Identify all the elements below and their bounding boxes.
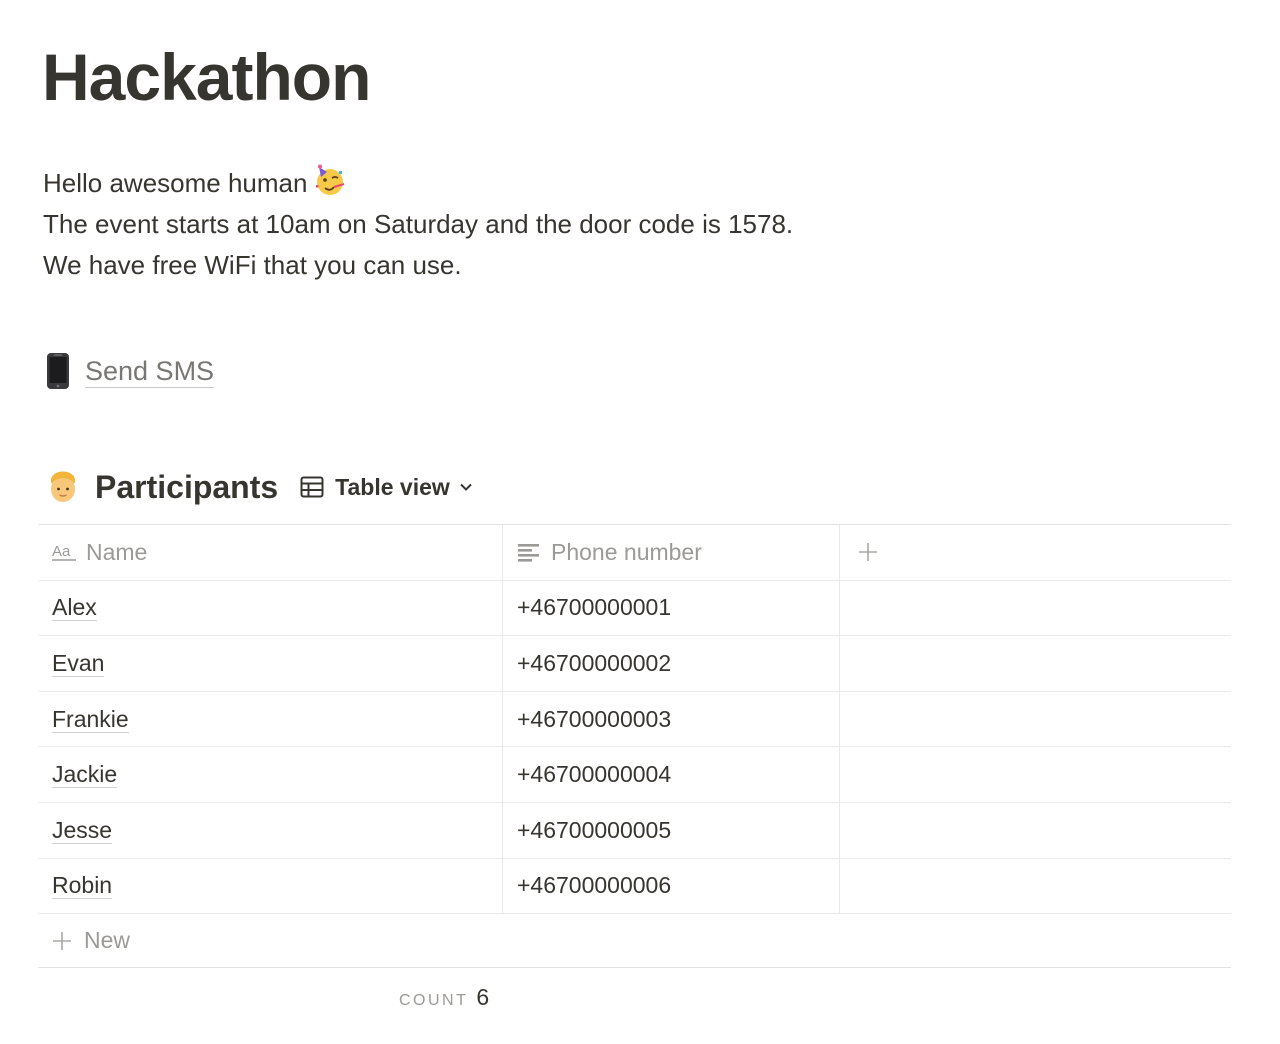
intro-line-2: The event starts at 10am on Saturday and… [43, 209, 794, 239]
notion-page: Hackathon Hello awesome human The event … [0, 0, 1280, 1044]
table-row[interactable]: Alex +46700000001 [38, 580, 1231, 637]
text-property-icon: Aa [52, 543, 76, 562]
svg-text:Aa: Aa [52, 543, 71, 560]
add-new-row-button[interactable]: New [38, 914, 1231, 969]
plus-icon [53, 931, 71, 950]
phone-cell[interactable]: +46700000005 [503, 802, 840, 858]
participant-name[interactable]: Alex [52, 594, 97, 622]
participant-name[interactable]: Jackie [52, 761, 118, 789]
count-value: 6 [476, 984, 490, 1010]
participant-name[interactable]: Robin [52, 872, 113, 900]
empty-cell[interactable] [840, 747, 1231, 802]
send-sms-link[interactable]: Send SMS [45, 349, 215, 393]
participant-name[interactable]: Evan [52, 650, 105, 677]
table-row[interactable]: Frankie +46700000003 [38, 691, 1231, 748]
name-cell[interactable]: Robin [38, 858, 503, 914]
new-row-label: New [84, 927, 131, 954]
table-header-row: Aa Name Phone number [38, 525, 1231, 581]
column-header-name[interactable]: Aa Name [38, 525, 503, 580]
name-cell[interactable]: Jackie [38, 747, 503, 802]
column-header-phone[interactable]: Phone number [503, 525, 840, 580]
column-header-phone-label: Phone number [551, 538, 702, 565]
participant-name[interactable]: Frankie [52, 706, 129, 733]
chevron-down-icon [460, 483, 472, 491]
empty-cell[interactable] [840, 803, 1231, 858]
view-label: Table view [335, 473, 450, 500]
database-header: Participants Table view [47, 466, 473, 508]
page-title[interactable]: Hackathon [42, 38, 371, 116]
phone-cell[interactable]: +46700000003 [503, 691, 840, 747]
database-title[interactable]: Participants [95, 469, 278, 506]
intro-line-1: Hello awesome human [43, 163, 793, 204]
column-header-name-label: Name [86, 538, 148, 565]
intro-text[interactable]: Hello awesome human The event starts at … [43, 163, 793, 286]
name-cell[interactable]: Evan [38, 636, 503, 691]
empty-cell[interactable] [840, 581, 1231, 636]
table-row[interactable]: Evan +46700000002 [38, 636, 1231, 692]
table-row[interactable]: Jesse +46700000005 [38, 802, 1231, 859]
person-icon [51, 471, 75, 502]
count-label: COUNT [399, 992, 469, 1009]
name-cell[interactable]: Jesse [38, 802, 503, 858]
count-summary[interactable]: COUNT 6 [399, 984, 489, 1011]
send-sms-label: Send SMS [85, 355, 215, 388]
participants-table: Aa Name Phone number Alex +46700000001 E… [38, 524, 1231, 969]
mobile-phone-icon [47, 353, 69, 389]
plus-icon [859, 543, 877, 562]
phone-cell[interactable]: +46700000002 [503, 636, 840, 691]
table-icon [300, 476, 324, 498]
phone-cell[interactable]: +46700000001 [503, 580, 840, 636]
empty-cell[interactable] [840, 859, 1231, 914]
name-cell[interactable]: Alex [38, 580, 503, 636]
phone-cell[interactable]: +46700000006 [503, 858, 840, 914]
name-cell[interactable]: Frankie [38, 691, 503, 747]
empty-cell[interactable] [840, 692, 1231, 747]
table-row[interactable]: Jackie +46700000004 [38, 747, 1231, 803]
intro-line-3: We have free WiFi that you can use. [43, 250, 462, 280]
view-switcher[interactable]: Table view [300, 474, 473, 501]
partying-face-icon [316, 164, 345, 195]
phone-cell[interactable]: +46700000004 [503, 747, 840, 802]
participant-name[interactable]: Jesse [52, 817, 113, 844]
empty-cell[interactable] [840, 636, 1231, 691]
text-lines-icon [518, 544, 539, 562]
add-property-button[interactable] [840, 525, 1231, 580]
table-row[interactable]: Robin +46700000006 [38, 858, 1231, 915]
